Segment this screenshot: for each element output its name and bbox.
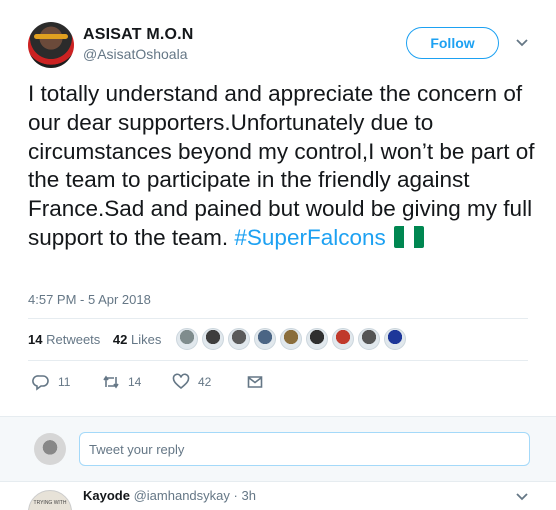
reply-count: 11 <box>58 375 71 389</box>
follow-button[interactable]: Follow <box>406 27 499 59</box>
liker-avatar[interactable] <box>358 328 380 350</box>
retweet-button[interactable]: 14 <box>102 373 141 391</box>
nigeria-flag-icon <box>393 225 424 248</box>
envelope-icon <box>247 376 263 388</box>
liker-avatar[interactable] <box>254 328 276 350</box>
liker-avatar[interactable] <box>202 328 224 350</box>
reply-button[interactable]: 11 <box>32 373 70 391</box>
tweet-timestamp[interactable]: 4:57 PM - 5 Apr 2018 <box>28 292 151 307</box>
reply-author-header: Kayode @iamhandsykay · 3h <box>83 488 256 503</box>
current-user-avatar <box>34 433 66 465</box>
author-display-name[interactable]: ASISAT M.O.N <box>83 26 194 44</box>
reply-icon <box>32 375 49 391</box>
retweet-count: 14 <box>128 375 142 389</box>
like-count: 42 <box>198 375 212 389</box>
retweets-count: 14 <box>28 332 43 347</box>
author-handle[interactable]: @AsisatOshoala <box>83 46 187 62</box>
likes-stat[interactable]: 42 Likes <box>113 332 161 347</box>
reply-author-avatar[interactable]: TRYING WITH <box>28 490 72 510</box>
liker-avatar[interactable] <box>384 328 406 350</box>
author-avatar[interactable] <box>28 22 74 68</box>
reply-tweet-preview: TRYING WITH Kayode @iamhandsykay · 3h <box>0 482 556 510</box>
liker-avatar[interactable] <box>332 328 354 350</box>
hashtag-link[interactable]: #SuperFalcons <box>234 225 385 250</box>
divider <box>28 318 528 319</box>
reply-author-name[interactable]: Kayode <box>83 488 130 503</box>
likes-count: 42 <box>112 332 128 347</box>
chevron-down-icon[interactable] <box>516 492 528 502</box>
like-button[interactable]: 42 <box>172 373 211 391</box>
heart-icon <box>172 373 190 390</box>
reply-author-handle[interactable]: @iamhandsykay <box>134 488 230 503</box>
reply-time[interactable]: 3h <box>241 488 255 503</box>
liker-avatars <box>176 328 410 350</box>
retweets-label: Retweets <box>46 332 101 347</box>
tweet-card: ASISAT M.O.N @AsisatOshoala Follow I tot… <box>0 0 556 416</box>
liker-avatar[interactable] <box>176 328 198 350</box>
direct-message-button[interactable] <box>246 373 272 391</box>
liker-avatar[interactable] <box>280 328 302 350</box>
reply-input[interactable]: Tweet your reply <box>79 432 530 466</box>
divider <box>28 360 528 361</box>
liker-avatar[interactable] <box>306 328 328 350</box>
chevron-down-icon[interactable] <box>516 38 528 48</box>
tweet-text: I totally understand and appreciate the … <box>28 80 538 253</box>
separator-dot: · <box>233 488 238 503</box>
likes-label: Likes <box>131 332 162 347</box>
retweet-icon <box>103 375 119 389</box>
tweet-stats: 14 Retweets 42 Likes <box>28 332 161 347</box>
tweet-actions: 11 14 42 <box>28 373 328 393</box>
liker-avatar[interactable] <box>228 328 250 350</box>
retweets-stat[interactable]: 14 Retweets <box>28 332 100 347</box>
reply-composer: Tweet your reply <box>0 416 556 482</box>
